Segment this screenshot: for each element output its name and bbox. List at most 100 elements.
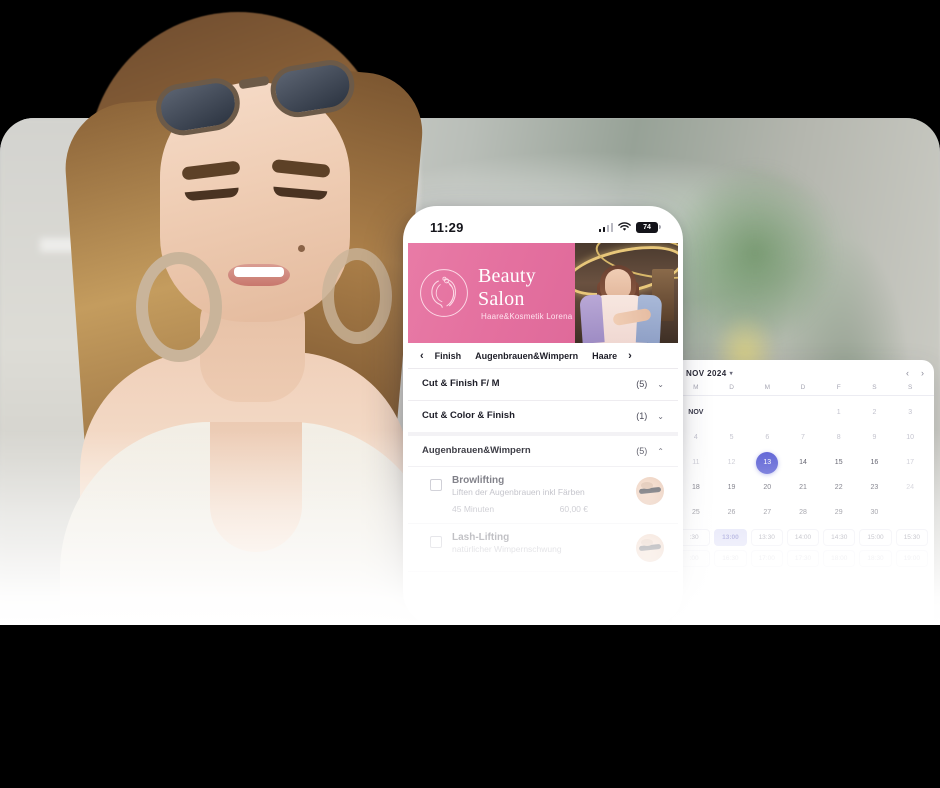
calendar-day-23[interactable]: 23 [857, 475, 893, 500]
time-slot-1300[interactable]: 13:00 [714, 529, 747, 546]
banner-brand-area: Beauty Salon Haare&Kosmetik Lorena [408, 243, 576, 343]
time-slot-1530[interactable]: 15:30 [895, 529, 928, 546]
salon-banner: Beauty Salon Haare&Kosmetik Lorena [408, 243, 678, 343]
calendar-day-28[interactable]: 28 [785, 500, 821, 525]
weekday-1: D [729, 384, 734, 391]
calendar-day-22[interactable]: 22 [821, 475, 857, 500]
calendar-weekday-header: MDMDFSS [672, 384, 934, 396]
category-tabs[interactable]: ‹ Finish Augenbrauen&Wimpern Haare › [408, 343, 678, 369]
chevron-left-icon[interactable]: ‹ [416, 350, 428, 362]
time-slot-1630[interactable]: 16:30 [714, 550, 747, 567]
list-item[interactable]: Lash-Lifting natürlicher Wimpernschwung [408, 524, 678, 573]
calendar-day-8[interactable]: 8 [821, 425, 857, 450]
calendar-day-24[interactable]: 24 [892, 475, 928, 500]
calendar-card[interactable]: NOV 2024 ▾ ‹ › MDMDFSS NOV 1 2 3 4 5 6 7 8 9 10 11 1… [672, 360, 934, 622]
banner-person [579, 265, 663, 343]
calendar-month-marker: NOV [688, 409, 704, 416]
calendar-day-2[interactable]: 2 [857, 400, 893, 425]
screenshot-stage: NOV 2024 ▾ ‹ › MDMDFSS NOV 1 2 3 4 5 6 7 8 9 10 11 1… [0, 0, 940, 788]
time-slot-1430[interactable]: 14:30 [823, 529, 856, 546]
calendar-empty-cell [892, 500, 928, 525]
calendar-day-19[interactable]: 19 [714, 475, 750, 500]
chevron-down-icon[interactable]: ▾ [730, 370, 733, 377]
calendar-day-4[interactable]: 4 [678, 425, 714, 450]
calendar-day-10[interactable]: 10 [892, 425, 928, 450]
time-slot-1700[interactable]: 17:00 [750, 550, 783, 567]
service-group-augenbrauen-wimpern[interactable]: Augenbrauen&Wimpern (5) ⌃ [408, 436, 678, 468]
chevron-right-icon[interactable]: › [921, 368, 924, 378]
time-slot-row[interactable]: :30 13:00 13:30 14:00 14:30 15:00 15:30 [678, 529, 928, 546]
calendar-day-14[interactable]: 14 [785, 450, 821, 475]
phone-mockup: 11:29 74 Beauty Salon Haare&Kosmetik Lor… [403, 206, 683, 626]
service-name: Lash-Lifting [452, 532, 510, 544]
chevron-down-icon[interactable]: ⌄ [657, 380, 664, 389]
service-checkbox[interactable] [430, 536, 442, 549]
hoop-earring-left [136, 252, 222, 362]
service-group-cut-finish[interactable]: Cut & Finish F/ M (5) ⌄ [408, 369, 678, 401]
service-description: natürlicher Wimpernschwung [452, 544, 562, 555]
calendar-day-20[interactable]: 20 [749, 475, 785, 500]
calendar-day-7[interactable]: 7 [785, 425, 821, 450]
bottom-black-mask [0, 625, 940, 788]
time-slot-1830[interactable]: 18:30 [859, 550, 892, 567]
time-slot-1800[interactable]: 18:00 [823, 550, 856, 567]
status-bar: 11:29 74 [408, 211, 678, 243]
calendar-day-21[interactable]: 21 [785, 475, 821, 500]
calendar-day-3[interactable]: 3 [892, 400, 928, 425]
chevron-up-icon[interactable]: ⌃ [657, 447, 664, 456]
calendar-day-grid[interactable]: NOV 1 2 3 4 5 6 7 8 9 10 11 12 13 14 15 16 17 18 19 20 21 22 23… [672, 396, 934, 525]
calendar-day-29[interactable]: 29 [821, 500, 857, 525]
calendar-day-18[interactable]: 18 [678, 475, 714, 500]
calendar-day-16[interactable]: 16 [857, 450, 893, 475]
time-slot-1500[interactable]: 15:00 [859, 529, 892, 546]
tab-haare[interactable]: Haare [585, 351, 624, 361]
calendar-day-15[interactable]: 15 [821, 450, 857, 475]
time-slot-1900[interactable]: 19:00 [895, 550, 928, 567]
tab-finish[interactable]: Finish [428, 351, 469, 361]
banner-text: Beauty Salon Haare&Kosmetik Lorena [478, 265, 575, 321]
group-count: (5) [636, 446, 648, 457]
calendar-empty-cell [714, 400, 750, 425]
list-item[interactable]: Browlifting Liften der Augenbrauen inkl … [408, 467, 678, 525]
calendar-day-17[interactable]: 17 [892, 450, 928, 475]
time-slot-picker[interactable]: :30 13:00 13:30 14:00 14:30 15:00 15:30 :00 16:… [672, 525, 934, 573]
weekday-5: S [872, 384, 877, 391]
calendar-day-11[interactable]: 11 [678, 450, 714, 475]
white-tank-top [60, 422, 440, 642]
calendar-month-selector[interactable]: NOV 2024 ▾ [686, 369, 733, 378]
battery-icon: 74 [636, 221, 661, 233]
service-group-cut-color-finish[interactable]: Cut & Color & Finish (1) ⌄ [408, 401, 678, 436]
calendar-day-1[interactable]: 1 [821, 400, 857, 425]
calendar-day-5[interactable]: 5 [714, 425, 750, 450]
calendar-day-9[interactable]: 9 [857, 425, 893, 450]
service-list[interactable]: Cut & Finish F/ M (5) ⌄ Cut & Color & Fi… [408, 369, 678, 573]
calendar-day-27[interactable]: 27 [749, 500, 785, 525]
group-count: (1) [636, 411, 648, 422]
service-price: 60,00 € [559, 504, 588, 515]
eyebrow-photo-thumbnail [636, 477, 664, 506]
calendar-day-26[interactable]: 26 [714, 500, 750, 525]
brand-subtitle: Haare&Kosmetik Lorena [481, 312, 573, 321]
service-checkbox[interactable] [430, 479, 442, 492]
time-slot-1730[interactable]: 17:30 [786, 550, 820, 567]
time-slot-row[interactable]: :00 16:30 17:00 17:30 18:00 18:30 19:00 [678, 550, 928, 567]
calendar-day-25[interactable]: 25 [678, 500, 714, 525]
phone-screen: 11:29 74 Beauty Salon Haare&Kosmetik Lor… [408, 211, 678, 621]
calendar-day-6[interactable]: 6 [749, 425, 785, 450]
chevron-down-icon[interactable]: ⌄ [657, 412, 664, 421]
group-title: Cut & Color & Finish [422, 409, 515, 421]
weekday-0: M [693, 384, 699, 391]
tab-augenbrauen-wimpern[interactable]: Augenbrauen&Wimpern [468, 351, 585, 361]
weekday-2: M [764, 384, 770, 391]
time-slot-1330[interactable]: 13:30 [750, 529, 783, 546]
chevron-right-icon[interactable]: › [624, 350, 636, 362]
wifi-icon [618, 222, 631, 231]
banner-photo [575, 243, 678, 343]
service-duration: 45 Minuten [452, 504, 495, 515]
time-slot-1400[interactable]: 14:00 [786, 529, 820, 546]
chevron-left-icon[interactable]: ‹ [906, 368, 909, 378]
calendar-day-30[interactable]: 30 [857, 500, 893, 525]
calendar-day-12[interactable]: 12 [714, 450, 750, 475]
calendar-day-13[interactable]: 13 [749, 450, 785, 475]
group-title: Augenbrauen&Wimpern [422, 444, 531, 456]
